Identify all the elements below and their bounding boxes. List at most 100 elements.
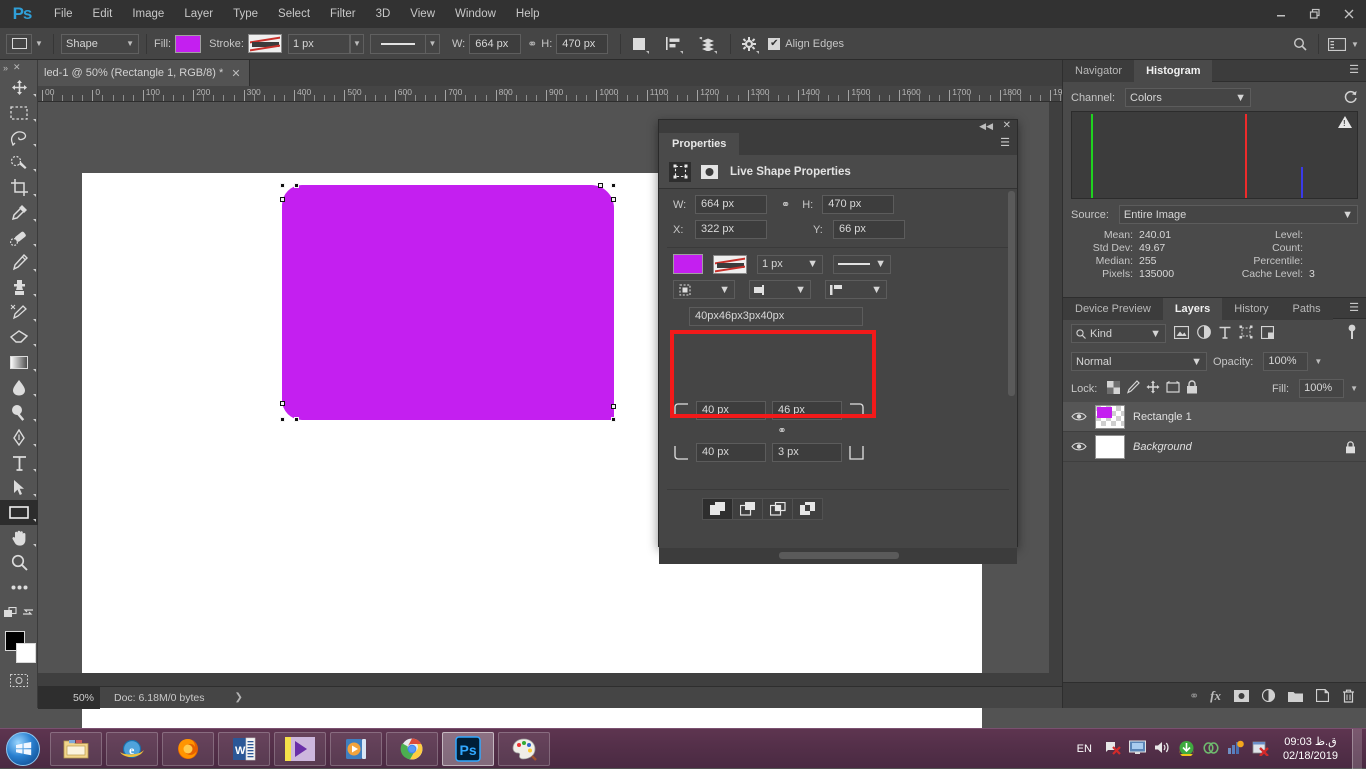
taskbar-file-explorer-icon[interactable] xyxy=(50,731,102,766)
workspace-caret-icon[interactable]: ▼ xyxy=(1348,34,1362,54)
menu-select[interactable]: Select xyxy=(268,0,320,28)
network-error-icon[interactable] xyxy=(1104,740,1121,758)
new-layer-icon[interactable] xyxy=(1316,689,1329,702)
panel-menu-icon[interactable]: ☰ xyxy=(1349,65,1359,76)
radius-top-right-input[interactable]: 46 px xyxy=(772,400,842,420)
opacity-caret-icon[interactable]: ▼ xyxy=(1314,357,1322,366)
collapse-icon[interactable]: ◀◀ xyxy=(979,121,993,132)
search-icon[interactable] xyxy=(1289,33,1311,55)
pen-tool[interactable] xyxy=(0,425,38,450)
crop-tool[interactable] xyxy=(0,175,38,200)
menu-view[interactable]: View xyxy=(400,0,445,28)
shape-y-input[interactable]: 66 px xyxy=(833,220,905,239)
fill-color-swatch[interactable] xyxy=(673,254,703,274)
anchor-point[interactable] xyxy=(611,417,616,422)
menu-filter[interactable]: Filter xyxy=(320,0,366,28)
shape-mode-select[interactable]: Shape ▼ xyxy=(61,33,139,54)
menu-image[interactable]: Image xyxy=(122,0,174,28)
opacity-input[interactable]: 100% xyxy=(1263,352,1309,371)
layer-row-background[interactable]: Background xyxy=(1063,432,1366,462)
menu-type[interactable]: Type xyxy=(223,0,268,28)
language-indicator[interactable]: EN xyxy=(1073,743,1096,755)
anchor-point[interactable] xyxy=(280,401,285,406)
pixel-layer-filter-icon[interactable] xyxy=(1173,325,1190,342)
lock-all-icon[interactable] xyxy=(1186,380,1198,397)
workspace-icon[interactable] xyxy=(1326,33,1348,55)
close-icon[interactable]: ✕ xyxy=(1003,120,1011,131)
panel-menu-icon[interactable]: ☰ xyxy=(1349,303,1359,314)
stroke-style-select[interactable]: ▼ xyxy=(833,254,891,274)
tab-paths[interactable]: Paths xyxy=(1280,298,1333,320)
lasso-tool[interactable] xyxy=(0,125,38,150)
height-input[interactable]: 470 px xyxy=(556,33,609,54)
channel-select[interactable]: Colors ▼ xyxy=(1125,88,1252,107)
anchor-point[interactable] xyxy=(611,197,616,202)
smart-object-filter-icon[interactable] xyxy=(1260,325,1275,342)
add-layer-style-icon[interactable]: fx xyxy=(1210,688,1221,704)
shape-x-input[interactable]: 322 px xyxy=(695,220,767,239)
layer-thumbnail[interactable] xyxy=(1095,404,1125,429)
path-selection-tool[interactable] xyxy=(0,475,38,500)
close-icon[interactable]: ✕ xyxy=(13,62,21,73)
delete-layer-icon[interactable] xyxy=(1342,689,1355,703)
stroke-width-select[interactable]: 1 px xyxy=(287,33,350,54)
gear-icon[interactable] xyxy=(738,33,760,55)
anchor-point[interactable] xyxy=(280,417,285,422)
menu-layer[interactable]: Layer xyxy=(174,0,223,28)
rectangular-marquee-tool[interactable] xyxy=(0,100,38,125)
adjustment-layer-filter-icon[interactable] xyxy=(1197,325,1211,342)
link-layers-icon[interactable]: ⚭ xyxy=(1189,689,1199,703)
canvas-vertical-scrollbar[interactable] xyxy=(1049,102,1062,686)
panel-horizontal-scrollbar[interactable] xyxy=(779,552,899,559)
exclude-overlapping-shapes-icon[interactable] xyxy=(792,498,823,520)
layer-filter-kind-select[interactable]: Kind ▼ xyxy=(1071,324,1166,343)
radius-top-left-input[interactable]: 40 px xyxy=(696,400,766,420)
background-color-swatch[interactable] xyxy=(16,643,36,663)
dodge-tool[interactable] xyxy=(0,400,38,425)
panel-menu-icon[interactable]: ☰ xyxy=(1000,138,1010,149)
layer-thumbnail[interactable] xyxy=(1095,434,1125,459)
add-layer-mask-icon[interactable] xyxy=(1234,689,1249,702)
path-arrangement-icon[interactable] xyxy=(696,33,718,55)
expand-icon[interactable]: » xyxy=(3,63,8,73)
status-menu-arrow-icon[interactable]: ❯ xyxy=(204,692,242,703)
quick-mask-icon[interactable] xyxy=(0,669,38,691)
shape-layer-filter-icon[interactable] xyxy=(1239,325,1253,342)
rectangle-shape[interactable] xyxy=(282,185,614,420)
anchor-point[interactable] xyxy=(294,417,299,422)
start-button[interactable] xyxy=(0,730,46,768)
fill-color-swatch[interactable] xyxy=(175,34,202,53)
close-button[interactable] xyxy=(1332,0,1366,28)
radius-summary-input[interactable]: 40px46px3px40px xyxy=(689,307,863,326)
move-tool[interactable] xyxy=(0,75,38,100)
lock-artboard-nesting-icon[interactable] xyxy=(1166,380,1180,397)
screen-mode-and-swap[interactable] xyxy=(0,600,38,625)
lock-transparent-pixels-icon[interactable] xyxy=(1107,380,1121,397)
combine-shapes-icon[interactable] xyxy=(702,498,733,520)
properties-scrollbar[interactable] xyxy=(1008,191,1015,396)
tab-properties[interactable]: Properties xyxy=(659,133,740,155)
shape-width-input[interactable]: 664 px xyxy=(695,195,767,214)
clone-stamp-tool[interactable] xyxy=(0,275,38,300)
anchor-point[interactable] xyxy=(280,183,285,188)
horizontal-type-tool[interactable] xyxy=(0,450,38,475)
align-edges-checkbox[interactable]: ✔ Align Edges xyxy=(768,37,848,50)
path-operations-icon[interactable] xyxy=(628,33,650,55)
anchor-point[interactable] xyxy=(611,404,616,409)
anchor-point[interactable] xyxy=(280,197,285,202)
edit-toolbar-ellipsis-icon[interactable] xyxy=(0,575,38,600)
blur-tool[interactable] xyxy=(0,375,38,400)
radius-bottom-left-input[interactable]: 40 px xyxy=(696,442,766,462)
fill-caret-icon[interactable]: ▼ xyxy=(1350,384,1358,393)
tab-history[interactable]: History xyxy=(1222,298,1281,320)
stroke-width-caret-icon[interactable]: ▼ xyxy=(349,33,364,54)
type-layer-filter-icon[interactable] xyxy=(1219,326,1231,342)
color-chips[interactable] xyxy=(0,629,38,669)
close-icon[interactable]: ✕ xyxy=(231,67,240,80)
rectangle-tool[interactable] xyxy=(0,500,38,525)
menu-help[interactable]: Help xyxy=(506,0,550,28)
eye-icon[interactable] xyxy=(1071,441,1087,452)
new-adjustment-layer-icon[interactable] xyxy=(1262,689,1275,702)
link-icon[interactable]: ⚭ xyxy=(521,37,541,51)
menu-file[interactable]: File xyxy=(44,0,83,28)
